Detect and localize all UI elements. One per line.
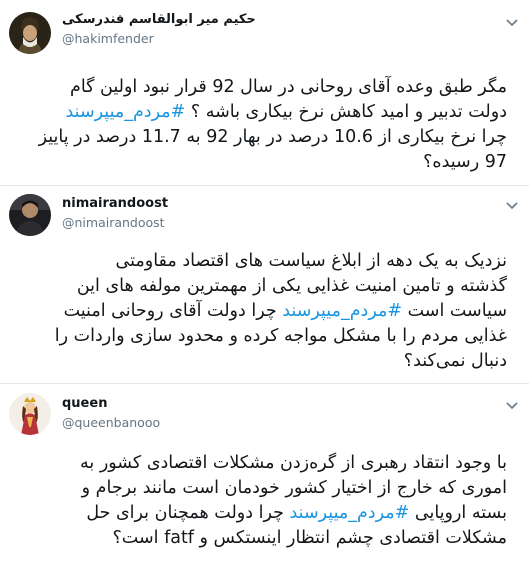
user-handle[interactable]: @nimairandoost	[62, 215, 165, 230]
hashtag-link[interactable]: #مردم_میپرسند	[282, 301, 402, 321]
tweet-text-line: بسته اروپایی #مردم_میپرسند چرا دولت همچن…	[86, 503, 507, 523]
tweet-text: نزدیک به یک دهه از ابلاغ سیاست های اقتصا…	[18, 249, 507, 374]
display-name[interactable]: حکیم میر ابوالقاسم فندرسکی	[62, 12, 256, 27]
tweet-text-line: غذایی مردم را با مشکل مواجه کرده و محدود…	[54, 326, 507, 346]
tweet-text-line: 97 رسیده؟	[423, 152, 507, 172]
chevron-down-icon[interactable]	[505, 16, 519, 30]
hashtag-link[interactable]: #مردم_میپرسند	[66, 102, 186, 122]
tweet-text-line: اموری که خارج از اختیار کشور خودمان است …	[81, 478, 507, 498]
tweet-text-line: مشکلات اقتصادی چشم انتظار اینستکس و fatf…	[112, 528, 508, 548]
tweet-1[interactable]: حکیم میر ابوالقاسم فندرسکی @hakimfender …	[0, 0, 529, 185]
tweet-2[interactable]: nimairandoost @nimairandoost نزدیک به یک…	[0, 186, 529, 382]
user-handle[interactable]: @hakimfender	[62, 31, 154, 46]
tweet-text-line: دنبال نمی‌کند؟	[403, 351, 507, 371]
tweet-text-line: گذشته و تامین امنیت غذایی یکی از مهمترین…	[76, 276, 507, 296]
avatar[interactable]	[9, 393, 51, 435]
avatar[interactable]	[9, 194, 51, 236]
chevron-down-icon[interactable]	[505, 199, 519, 213]
avatar-image	[9, 12, 51, 54]
avatar-image	[9, 393, 51, 435]
tweet-text-line: مگر طبق وعده آقای روحانی در سال 92 قرار …	[69, 77, 507, 97]
avatar-image	[9, 194, 51, 236]
tweet-text-line: با وجود انتقاد رهبری از گره‌زدن مشکلات ا…	[80, 453, 507, 473]
tweet-3[interactable]: queen @queenbanooo با وجود انتقاد رهبری …	[0, 384, 529, 571]
avatar[interactable]	[9, 12, 51, 54]
display-name[interactable]: queen	[62, 396, 107, 411]
tweet-text-line: دولت تدبیر و امید کاهش نرخ بیکاری باشه ؟…	[65, 102, 508, 122]
user-handle[interactable]: @queenbanooo	[62, 415, 160, 430]
tweet-text: مگر طبق وعده آقای روحانی در سال 92 قرار …	[18, 75, 507, 175]
hashtag-link[interactable]: #مردم_میپرسند	[290, 503, 410, 523]
display-name[interactable]: nimairandoost	[62, 196, 168, 211]
tweet-text-line: سیاست است #مردم_میپرسند چرا دولت آقای رو…	[63, 301, 507, 321]
chevron-down-icon[interactable]	[505, 399, 519, 413]
tweet-text-line: چرا نرخ بیکاری از 10.6 درصد در بهار 92 ب…	[38, 127, 507, 147]
tweet-text-line: نزدیک به یک دهه از ابلاغ سیاست های اقتصا…	[115, 251, 507, 271]
tweet-text: با وجود انتقاد رهبری از گره‌زدن مشکلات ا…	[18, 451, 507, 551]
